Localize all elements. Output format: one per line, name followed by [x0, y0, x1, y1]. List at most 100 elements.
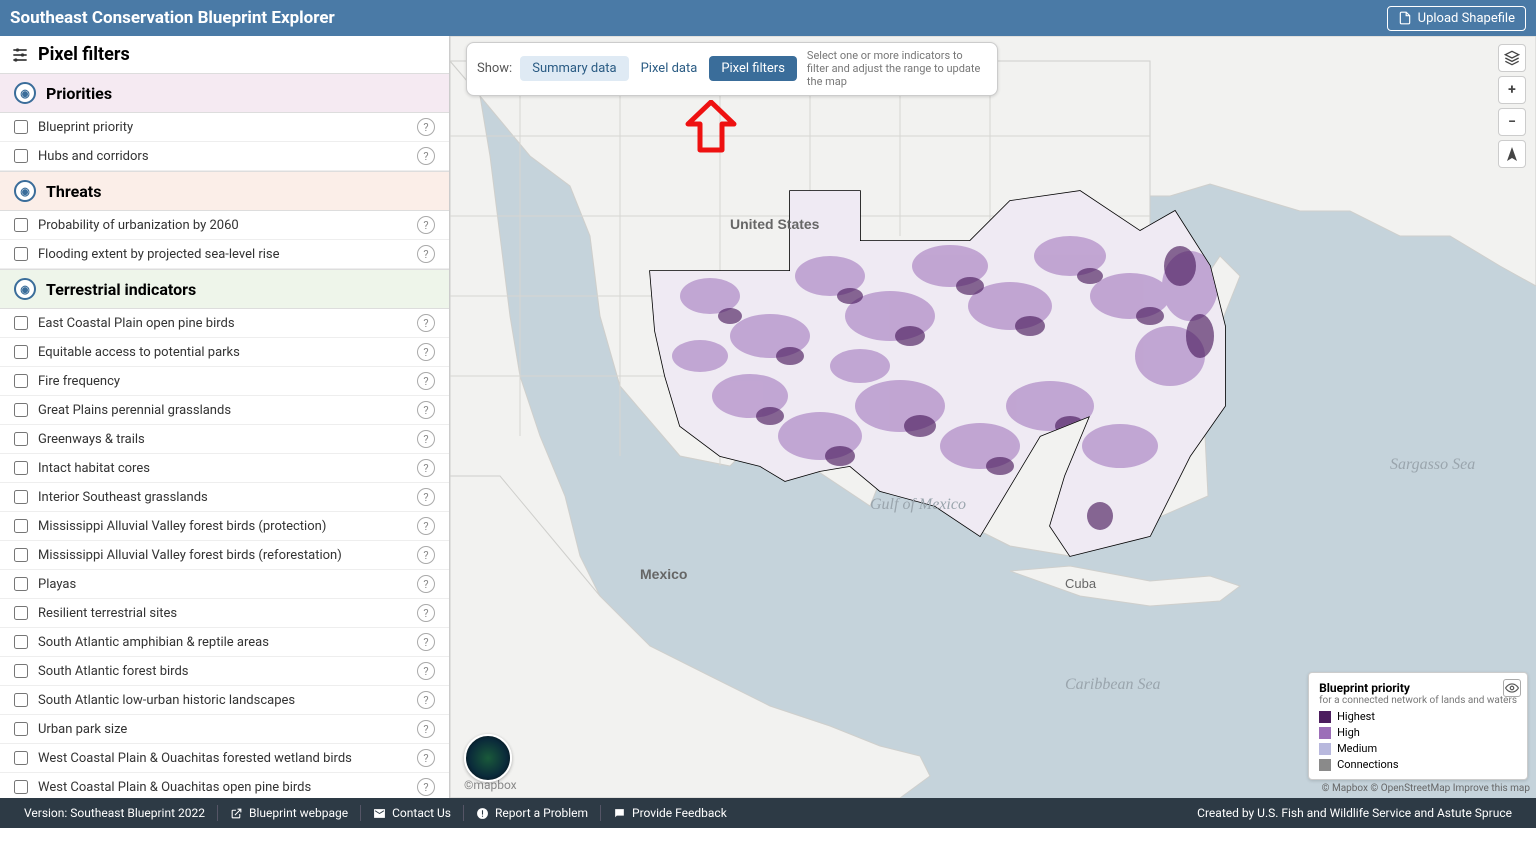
- filter-item[interactable]: East Coastal Plain open pine birds?: [0, 309, 449, 338]
- help-icon[interactable]: ?: [417, 488, 435, 506]
- filter-item[interactable]: Mississippi Alluvial Valley forest birds…: [0, 541, 449, 570]
- filters-icon: [10, 45, 30, 65]
- filter-label: Great Plains perennial grasslands: [38, 403, 231, 418]
- help-icon[interactable]: ?: [417, 662, 435, 680]
- filter-item[interactable]: Blueprint priority?: [0, 113, 449, 142]
- section-title: Terrestrial indicators: [46, 280, 196, 299]
- filter-item[interactable]: Intact habitat cores?: [0, 454, 449, 483]
- filter-checkbox[interactable]: [14, 722, 28, 736]
- filter-checkbox[interactable]: [14, 606, 28, 620]
- filter-item[interactable]: Probability of urbanization by 2060?: [0, 211, 449, 240]
- filter-checkbox[interactable]: [14, 149, 28, 163]
- footer-credit: Created by U.S. Fish and Wildlife Servic…: [1185, 806, 1524, 820]
- help-icon[interactable]: ?: [417, 778, 435, 796]
- filter-item[interactable]: South Atlantic low-urban historic landsc…: [0, 686, 449, 715]
- help-icon[interactable]: ?: [417, 430, 435, 448]
- filter-item[interactable]: South Atlantic amphibian & reptile areas…: [0, 628, 449, 657]
- zoom-out-button[interactable]: −: [1498, 108, 1526, 136]
- footer-link-blueprint-webpage[interactable]: Blueprint webpage: [218, 806, 360, 820]
- legend: Blueprint priority for a connected netwo…: [1308, 672, 1528, 780]
- section-header-threats[interactable]: ◉Threats: [0, 171, 449, 211]
- help-icon[interactable]: ?: [417, 401, 435, 419]
- upload-shapefile-label: Upload Shapefile: [1418, 11, 1515, 26]
- legend-visibility-toggle[interactable]: [1503, 679, 1521, 697]
- filter-item[interactable]: West Coastal Plain & Ouachitas open pine…: [0, 773, 449, 798]
- tab-pixel-filters[interactable]: Pixel filters: [709, 56, 797, 81]
- help-icon[interactable]: ?: [417, 459, 435, 477]
- help-icon[interactable]: ?: [417, 314, 435, 332]
- filter-checkbox[interactable]: [14, 693, 28, 707]
- filter-checkbox[interactable]: [14, 635, 28, 649]
- map[interactable]: United States Mexico Gulf of Mexico Cuba…: [450, 36, 1536, 798]
- filter-checkbox[interactable]: [14, 403, 28, 417]
- sidebar-title: Pixel filters: [0, 36, 449, 73]
- help-icon[interactable]: ?: [417, 118, 435, 136]
- upload-shapefile-button[interactable]: Upload Shapefile: [1387, 6, 1526, 31]
- tab-pixel-data[interactable]: Pixel data: [629, 56, 710, 81]
- help-icon[interactable]: ?: [417, 633, 435, 651]
- filter-checkbox[interactable]: [14, 519, 28, 533]
- filter-item[interactable]: Equitable access to potential parks?: [0, 338, 449, 367]
- filter-item[interactable]: Flooding extent by projected sea-level r…: [0, 240, 449, 269]
- filter-item[interactable]: Fire frequency?: [0, 367, 449, 396]
- filter-item[interactable]: Great Plains perennial grasslands?: [0, 396, 449, 425]
- filter-checkbox[interactable]: [14, 432, 28, 446]
- sidebar-scroll[interactable]: ◉ Priorities Blueprint priority?Hubs and c…: [0, 73, 449, 798]
- legend-label: Highest: [1337, 710, 1375, 723]
- filter-checkbox[interactable]: [14, 664, 28, 678]
- section-title: Priorities: [46, 84, 112, 103]
- section-header-priorities[interactable]: ◉ Priorities: [0, 73, 449, 113]
- section-icon: ◉: [14, 82, 36, 104]
- filter-checkbox[interactable]: [14, 120, 28, 134]
- filter-checkbox[interactable]: [14, 780, 28, 794]
- help-icon[interactable]: ?: [417, 575, 435, 593]
- help-icon[interactable]: ?: [417, 517, 435, 535]
- filter-item[interactable]: Greenways & trails?: [0, 425, 449, 454]
- section-header-terrestrial-indicators[interactable]: ◉Terrestrial indicators: [0, 269, 449, 309]
- footer-link-provide-feedback[interactable]: Provide Feedback: [601, 806, 739, 820]
- filter-checkbox[interactable]: [14, 577, 28, 591]
- filter-checkbox[interactable]: [14, 345, 28, 359]
- map-attribution: © Mapbox © OpenStreetMap Improve this ma…: [1322, 783, 1530, 794]
- filter-item[interactable]: South Atlantic forest birds?: [0, 657, 449, 686]
- help-icon[interactable]: ?: [417, 216, 435, 234]
- help-icon[interactable]: ?: [417, 604, 435, 622]
- map-thumbnail-toggle[interactable]: [464, 734, 512, 782]
- tab-summary-data[interactable]: Summary data: [520, 56, 628, 81]
- filter-label: Greenways & trails: [38, 432, 145, 447]
- footer-link-contact-us[interactable]: Contact Us: [361, 806, 463, 820]
- help-icon[interactable]: ?: [417, 546, 435, 564]
- filter-item[interactable]: Resilient terrestrial sites?: [0, 599, 449, 628]
- filter-item[interactable]: Urban park size?: [0, 715, 449, 744]
- help-icon[interactable]: ?: [417, 245, 435, 263]
- filter-item[interactable]: Hubs and corridors?: [0, 142, 449, 171]
- filter-checkbox[interactable]: [14, 548, 28, 562]
- filter-checkbox[interactable]: [14, 374, 28, 388]
- filter-checkbox[interactable]: [14, 751, 28, 765]
- filter-item[interactable]: Interior Southeast grasslands?: [0, 483, 449, 512]
- zoom-in-button[interactable]: +: [1498, 76, 1526, 104]
- filter-checkbox[interactable]: [14, 461, 28, 475]
- filter-checkbox[interactable]: [14, 247, 28, 261]
- reset-north-button[interactable]: [1498, 140, 1526, 168]
- legend-row: Highest: [1319, 710, 1517, 723]
- help-icon[interactable]: ?: [417, 372, 435, 390]
- footer-link-report-problem[interactable]: Report a Problem: [464, 806, 600, 820]
- filter-label: Intact habitat cores: [38, 461, 150, 476]
- filter-checkbox[interactable]: [14, 316, 28, 330]
- help-icon[interactable]: ?: [417, 343, 435, 361]
- filter-label: Equitable access to potential parks: [38, 345, 240, 360]
- filter-checkbox[interactable]: [14, 218, 28, 232]
- filter-item[interactable]: Mississippi Alluvial Valley forest birds…: [0, 512, 449, 541]
- legend-label: Medium: [1337, 742, 1377, 755]
- layers-button[interactable]: [1498, 44, 1526, 72]
- legend-swatch: [1319, 727, 1331, 739]
- help-icon[interactable]: ?: [417, 749, 435, 767]
- filter-label: Fire frequency: [38, 374, 120, 389]
- filter-item[interactable]: West Coastal Plain & Ouachitas forested …: [0, 744, 449, 773]
- help-icon[interactable]: ?: [417, 691, 435, 709]
- filter-item[interactable]: Playas?: [0, 570, 449, 599]
- help-icon[interactable]: ?: [417, 147, 435, 165]
- help-icon[interactable]: ?: [417, 720, 435, 738]
- filter-checkbox[interactable]: [14, 490, 28, 504]
